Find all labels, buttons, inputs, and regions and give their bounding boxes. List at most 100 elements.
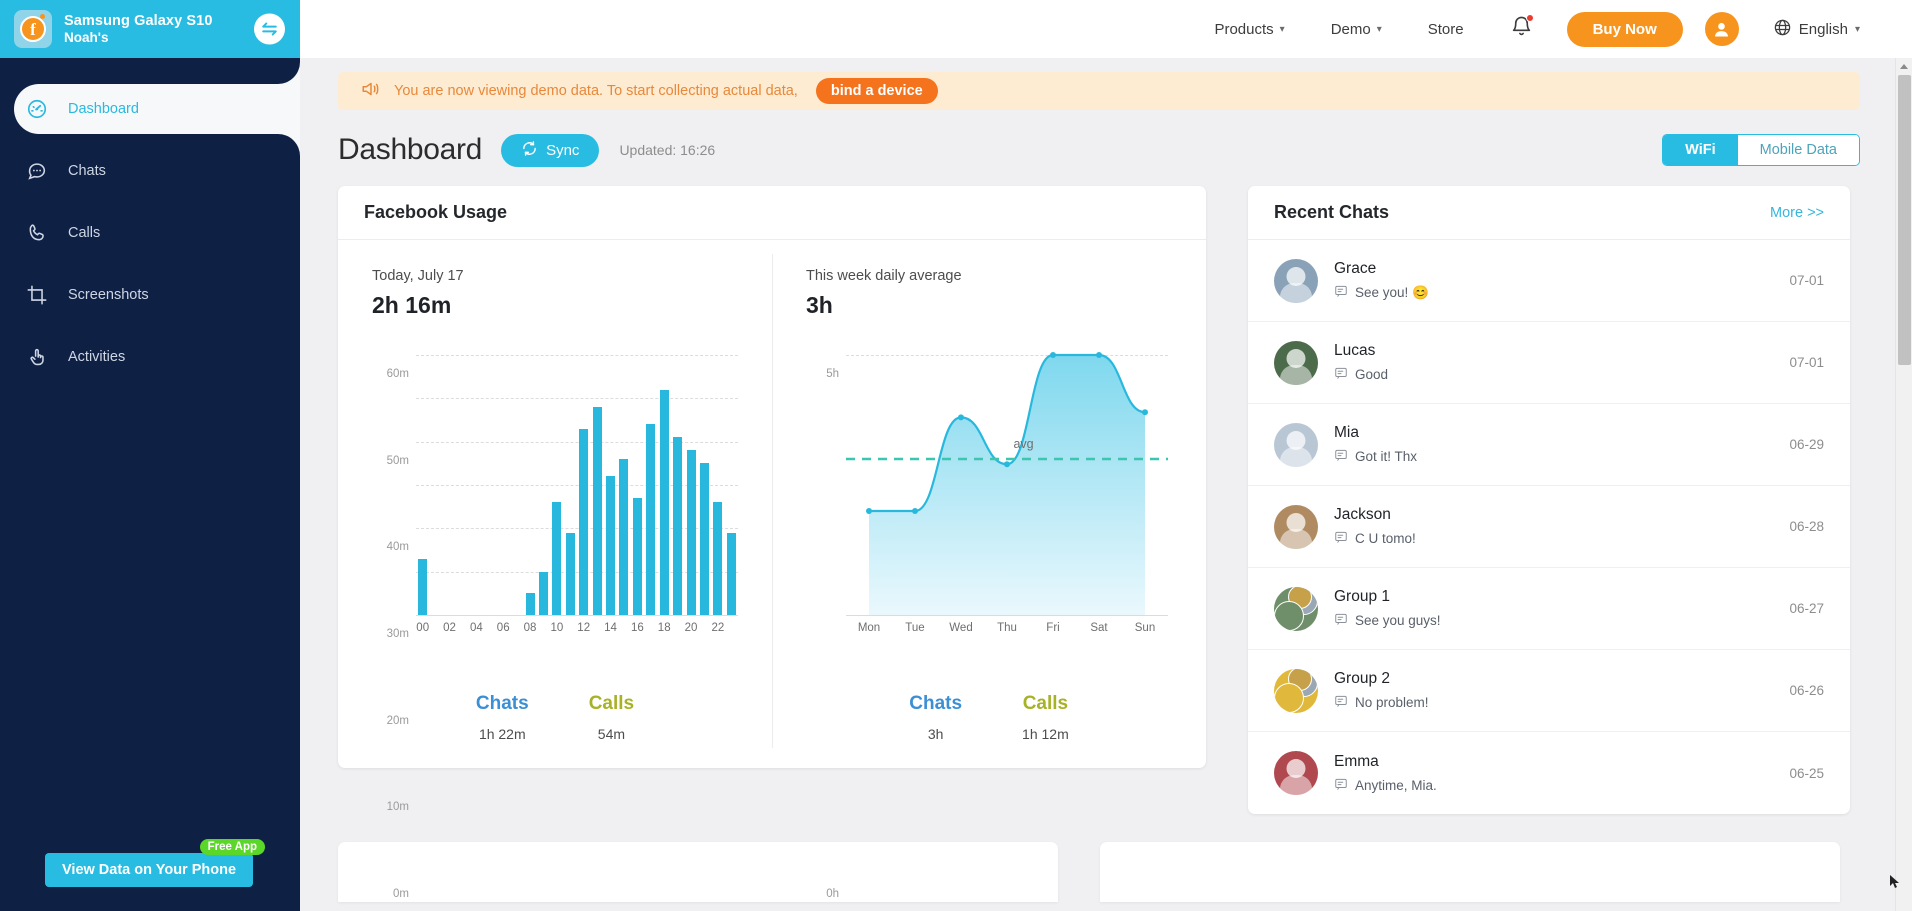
device-header[interactable]: f Samsung Galaxy S10 Noah's	[0, 0, 300, 58]
bar	[673, 437, 683, 615]
chat-date: 07-01	[1789, 355, 1824, 370]
sidebar-item-label: Screenshots	[68, 287, 149, 303]
toggle-mobile-data[interactable]: Mobile Data	[1737, 135, 1859, 165]
toggle-wifi[interactable]: WiFi	[1663, 135, 1738, 165]
last-updated-text: Updated: 16:26	[619, 142, 716, 158]
chevron-down-icon: ▾	[1376, 23, 1382, 35]
bar	[686, 450, 696, 615]
x-axis-tick-label: Tue	[905, 622, 925, 634]
switch-device-icon[interactable]	[254, 13, 285, 45]
x-axis-tick-label: Sun	[1134, 622, 1156, 634]
chat-contact-name: Lucas	[1334, 342, 1376, 359]
bottom-card-left	[338, 842, 1058, 902]
chat-item-meta: Group 2 No problem!	[1334, 670, 1789, 711]
chat-list-item[interactable]: Emma Anytime, Mia. 06-25	[1248, 732, 1850, 814]
message-type-icon	[1334, 448, 1348, 465]
notification-bell-icon[interactable]	[1510, 14, 1534, 43]
y-axis-tick-label: 0h	[826, 888, 839, 900]
stat-chats: Chats 3h	[909, 693, 962, 742]
stat-calls-value: 1h 12m	[1022, 726, 1069, 742]
x-axis-tick-label: Thu	[997, 622, 1017, 634]
mouse-cursor	[1890, 875, 1902, 896]
x-axis-tick-label: 00	[416, 622, 430, 634]
chat-list-item[interactable]: Group 2 No problem! 06-26	[1248, 650, 1850, 732]
avatar	[1274, 258, 1318, 303]
chat-list-item[interactable]: Jackson C U tomo! 06-28	[1248, 486, 1850, 568]
chat-last-message: C U tomo!	[1334, 530, 1789, 547]
chat-last-message: See you! 😊	[1334, 284, 1789, 301]
nav-demo[interactable]: Demo ▾	[1331, 21, 1382, 38]
y-axis-tick-label: 50m	[386, 454, 409, 467]
view-data-on-phone[interactable]: View Data on Your Phone Free App	[45, 839, 266, 887]
chat-last-message: Anytime, Mia.	[1334, 777, 1789, 794]
sidebar: f Samsung Galaxy S10 Noah's Dashboard Ch…	[0, 0, 300, 911]
avatar	[1274, 586, 1318, 631]
phone-icon	[26, 222, 56, 244]
network-type-toggle: WiFi Mobile Data	[1662, 134, 1860, 166]
week-total: 3h	[806, 292, 833, 318]
message-type-icon	[1334, 530, 1348, 547]
bar	[418, 558, 428, 615]
stat-chats-label: Chats	[475, 693, 529, 714]
x-axis-tick-label: Mon	[857, 622, 881, 634]
x-axis-tick-label: Fri	[1046, 622, 1060, 634]
bar	[699, 463, 709, 615]
dashboard-gauge-icon	[26, 98, 56, 120]
bar	[606, 476, 616, 615]
chat-last-message: Got it! Thx	[1334, 448, 1789, 465]
megaphone-icon	[360, 78, 382, 105]
chat-contact-name: Emma	[1334, 752, 1379, 770]
avatar	[1274, 340, 1318, 385]
stat-chats-value: 3h	[927, 726, 944, 742]
chat-item-meta: Group 1 See you guys!	[1334, 588, 1789, 629]
stat-chats: Chats 1h 22m	[476, 693, 529, 742]
x-axis-tick-label: Sat	[1090, 622, 1108, 634]
sidebar-item-calls[interactable]: Calls	[0, 208, 300, 258]
bar	[619, 459, 629, 615]
bar	[726, 532, 736, 615]
chat-message-text: C U tomo!	[1355, 531, 1416, 546]
x-axis-tick-label: 10	[550, 622, 564, 634]
language-selector[interactable]: English ▾	[1773, 18, 1860, 41]
chat-list-item[interactable]: Mia Got it! Thx 06-29	[1248, 404, 1850, 486]
x-axis-tick-label: 20	[684, 622, 698, 634]
bind-a-device-button[interactable]: bind a device	[815, 78, 938, 104]
stat-calls-label: Calls	[588, 693, 635, 714]
scrollbar-up-arrow[interactable]	[1896, 58, 1912, 75]
chat-contact-name: Jackson	[1334, 506, 1391, 523]
sidebar-item-chats[interactable]: Chats	[0, 146, 300, 196]
nav-store[interactable]: Store	[1428, 21, 1464, 38]
device-name: Samsung Galaxy S10	[64, 12, 213, 29]
bottom-card-right	[1100, 842, 1840, 902]
buy-now-button[interactable]: Buy Now	[1566, 11, 1683, 47]
chat-contact-name: Group 2	[1334, 670, 1391, 687]
chat-contact-name: Grace	[1334, 260, 1377, 277]
chat-contact-name: Group 1	[1334, 588, 1391, 605]
chat-message-text: Anytime, Mia.	[1355, 777, 1437, 793]
chat-list-item[interactable]: Group 1 See you guys! 06-27	[1248, 568, 1850, 650]
y-axis-tick-label: 0m	[393, 888, 409, 900]
device-owner: Noah's	[64, 29, 109, 45]
recent-chats-header: Recent Chats More >>	[1248, 186, 1850, 240]
chat-contact-name: Mia	[1334, 424, 1359, 441]
chat-last-message: Good	[1334, 366, 1789, 383]
chat-date: 06-29	[1789, 437, 1824, 452]
bar	[632, 498, 642, 615]
week-usage-column: This week daily average 3h 0h 5h avg Mon Tue…	[772, 240, 1206, 900]
sidebar-item-dashboard[interactable]: Dashboard	[0, 62, 300, 156]
view-data-button-label: View Data on Your Phone	[45, 853, 254, 887]
sidebar-item-activities[interactable]: Activities	[0, 332, 300, 382]
chat-list-item[interactable]: Lucas Good 07-01	[1248, 322, 1850, 404]
chat-list-item[interactable]: Grace See you! 😊 07-01	[1248, 240, 1850, 322]
chat-message-text: Good	[1355, 367, 1389, 382]
nav-demo-label: Demo	[1330, 20, 1371, 38]
user-avatar-icon[interactable]	[1704, 12, 1739, 46]
chat-item-meta: Lucas Good	[1334, 342, 1789, 383]
sidebar-item-screenshots[interactable]: Screenshots	[0, 270, 300, 320]
sync-button[interactable]: Sync	[501, 133, 600, 167]
recent-chats-more-link[interactable]: More >>	[1770, 205, 1824, 221]
scrollbar-thumb[interactable]	[1898, 75, 1911, 365]
page-scrollbar[interactable]	[1895, 58, 1912, 911]
today-label: Today, July 17	[372, 268, 464, 284]
nav-products[interactable]: Products ▾	[1214, 21, 1284, 38]
